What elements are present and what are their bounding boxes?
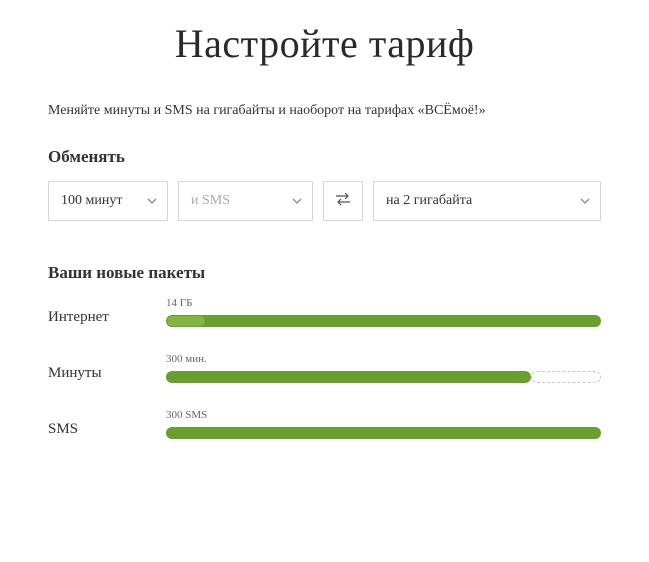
package-value-minutes: 300 мин. xyxy=(166,353,601,365)
target-select-value: на 2 гигабайта xyxy=(386,193,472,209)
progress-bar-internet[interactable] xyxy=(166,315,601,327)
minutes-select[interactable]: 100 минут xyxy=(48,181,168,221)
chevron-down-icon xyxy=(147,193,157,209)
minutes-select-value: 100 минут xyxy=(61,193,122,209)
package-value-sms: 300 SMS xyxy=(166,409,601,421)
page-title: Настройте тариф xyxy=(48,20,601,67)
subtitle-text: Меняйте минуты и SMS на гигабайты и наоб… xyxy=(48,103,601,119)
chevron-down-icon xyxy=(580,193,590,209)
exchange-heading: Обменять xyxy=(48,147,601,167)
package-label-sms: SMS xyxy=(48,411,166,438)
target-select[interactable]: на 2 гигабайта xyxy=(373,181,601,221)
packages-heading: Ваши новые пакеты xyxy=(48,263,601,283)
package-label-minutes: Минуты xyxy=(48,355,166,382)
progress-bar-sms[interactable] xyxy=(166,427,601,439)
package-row-internet: Интернет 14 ГБ xyxy=(48,297,601,327)
swap-icon xyxy=(335,192,351,211)
package-row-sms: SMS 300 SMS xyxy=(48,409,601,439)
package-value-internet: 14 ГБ xyxy=(166,297,601,309)
packages-list: Интернет 14 ГБ Минуты 300 мин. SMS 300 S… xyxy=(48,297,601,439)
chevron-down-icon xyxy=(292,193,302,209)
progress-fill xyxy=(166,315,601,327)
progress-bar-minutes[interactable] xyxy=(166,371,601,383)
swap-button[interactable] xyxy=(323,181,363,221)
slider-knob[interactable] xyxy=(167,316,205,326)
package-row-minutes: Минуты 300 мин. xyxy=(48,353,601,383)
progress-ghost xyxy=(531,371,601,383)
progress-fill xyxy=(166,371,531,383)
sms-select[interactable]: и SMS xyxy=(178,181,313,221)
progress-fill xyxy=(166,427,601,439)
exchange-row: 100 минут и SMS на 2 гигабайта xyxy=(48,181,601,221)
package-label-internet: Интернет xyxy=(48,299,166,326)
sms-select-placeholder: и SMS xyxy=(191,193,230,209)
